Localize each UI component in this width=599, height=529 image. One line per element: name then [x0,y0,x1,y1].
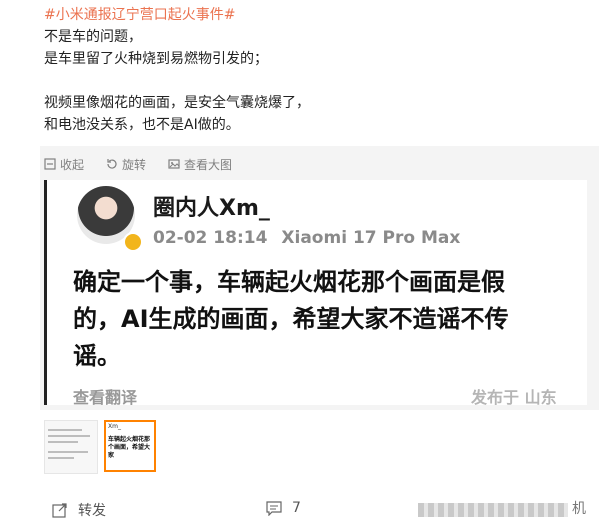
embedded-author: 圈内人Xm_ [153,196,270,221]
thumbnail-2-selected[interactable]: Xm_ 车辆起火烟花那个画面，希望大家 [104,420,156,472]
image-icon [168,159,180,169]
post-line-1: 不是车的问题， [44,29,142,45]
thumb-text-line [48,441,78,443]
embedded-body: 确定一个事，车辆起火烟花那个画面是假 的，AI生成的画面，希望大家不造谣不传 谣… [73,264,573,375]
embedded-body-line-1: 确定一个事，车辆起火烟花那个画面是假 [73,268,505,296]
collapse-icon [44,158,56,170]
embedded-watermark: 发布于 山东 [471,388,557,405]
post-line-2: 是车里留了火种烧到易燃物引发的； [44,51,268,67]
thumbnail-1[interactable] [44,420,98,474]
rotate-button[interactable]: 旋转 [106,156,146,173]
thumbnail-strip: Xm_ 车辆起火烟花那个画面，希望大家 [44,420,156,474]
embedded-body-line-3: 谣。 [73,342,121,370]
verified-badge-icon [123,232,143,252]
share-icon [52,503,67,518]
media-action-bar: 收起 旋转 查看大图 [44,154,584,174]
hashtag-link[interactable]: #小米通报辽宁营口起火事件# [44,4,584,26]
embedded-timestamp: 02-02 18:14 [153,228,268,248]
embedded-body-line-2: 的，AI生成的画面，希望大家不造谣不传 [73,305,509,333]
repost-label: 转发 [78,503,106,519]
thumb-text-line [48,429,82,431]
comment-button[interactable]: 7 [266,500,301,516]
rotate-label: 旋转 [122,157,147,172]
embedded-translate-link: 查看翻译 [73,388,138,405]
comment-count: 7 [292,500,301,516]
view-large-button[interactable]: 查看大图 [168,156,232,173]
post-line-3: 视频里像烟花的画面，是安全气囊烧爆了， [44,95,310,111]
thumb-body: 车辆起火烟花那个画面，希望大家 [108,436,151,459]
thumb-text-line [48,451,88,453]
thumb-author: Xm_ [108,423,121,430]
view-large-label: 查看大图 [184,157,233,172]
like-area-blurred [418,503,568,517]
post-footer: 转发 7 机 [0,497,599,523]
comment-icon [266,501,282,516]
post-text: #小米通报辽宁营口起火事件# 不是车的问题， 是车里留了火种烧到易燃物引发的； … [44,4,584,136]
embedded-screenshot[interactable]: 圈内人Xm_ 02-02 18:14 Xiaomi 17 Pro Max 确定一… [44,180,587,405]
footer-tail-text: 机 [572,501,586,517]
post-line-4: 和电池没关系，也不是AI做的。 [44,117,240,133]
embedded-meta: 02-02 18:14 Xiaomi 17 Pro Max [153,228,460,248]
embedded-device: Xiaomi 17 Pro Max [281,228,461,248]
collect-label: 收起 [60,157,85,172]
collect-button[interactable]: 收起 [44,156,84,173]
thumb-text-line [48,435,90,437]
rotate-icon [107,159,117,169]
thumb-text-line [48,457,74,459]
repost-button[interactable]: 转发 [52,500,106,520]
